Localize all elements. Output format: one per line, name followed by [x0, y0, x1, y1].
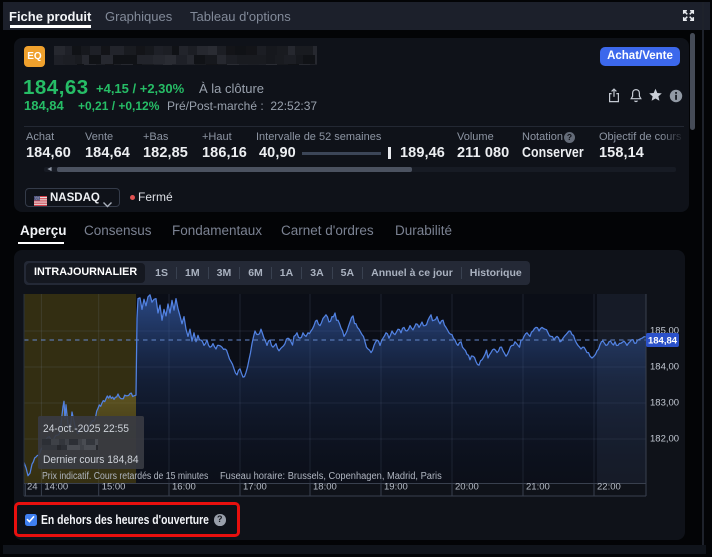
svg-text:184,00: 184,00 — [650, 362, 679, 373]
svg-text:24: 24 — [27, 482, 38, 493]
svg-text:183,00: 183,00 — [650, 398, 679, 409]
svg-text:184,84: 184,84 — [648, 336, 678, 347]
svg-text:182,00: 182,00 — [650, 434, 679, 445]
svg-text:16:00: 16:00 — [172, 482, 196, 493]
svg-text:22:00: 22:00 — [597, 482, 621, 493]
svg-text:14:00: 14:00 — [44, 482, 68, 493]
svg-text:20:00: 20:00 — [455, 482, 479, 493]
svg-text:21:00: 21:00 — [526, 482, 550, 493]
svg-text:18:00: 18:00 — [313, 482, 337, 493]
svg-text:17:00: 17:00 — [243, 482, 267, 493]
svg-text:19:00: 19:00 — [384, 482, 408, 493]
svg-text:15:00: 15:00 — [102, 482, 126, 493]
